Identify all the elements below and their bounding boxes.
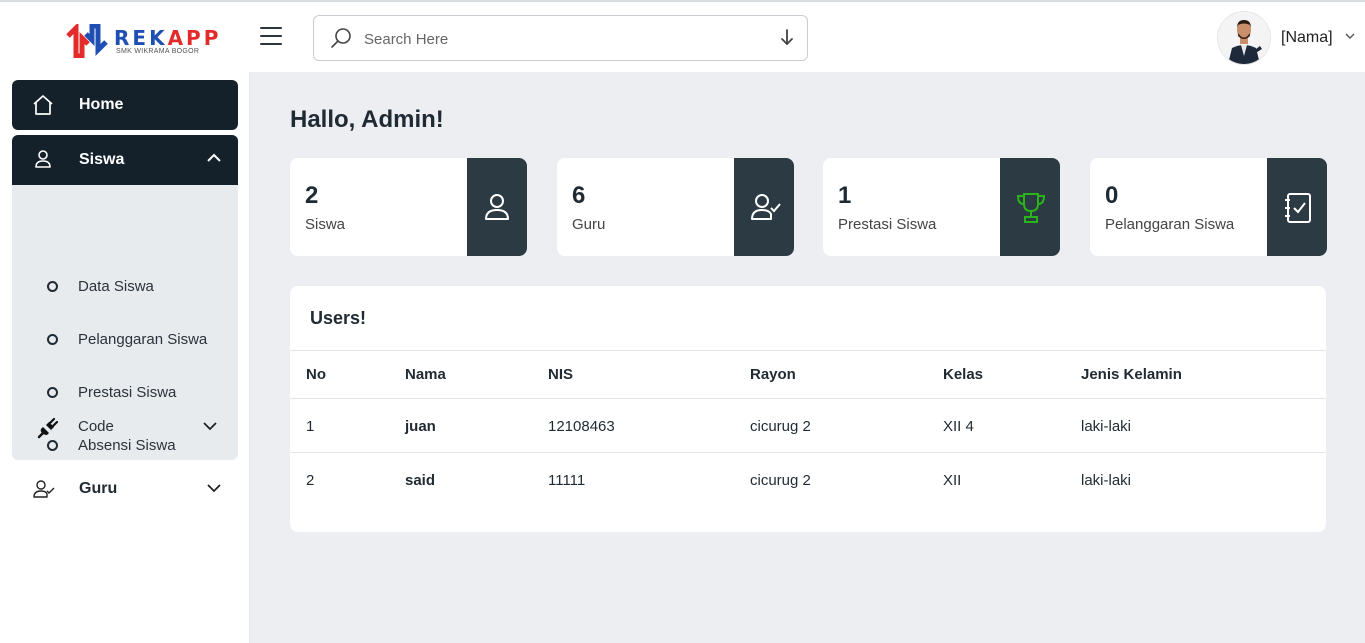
avatar-photo-icon: [1218, 12, 1270, 64]
trophy-icon: [1016, 193, 1046, 223]
notebook-check-icon: [1285, 193, 1311, 223]
chevron-up-icon: [207, 153, 221, 162]
arrow-down-icon[interactable]: [780, 28, 794, 48]
user-icon: [485, 194, 509, 220]
users-table-panel: Users! No Nama NIS Rayon Kelas Jenis Kel…: [290, 286, 1326, 532]
column-header-kelas[interactable]: Kelas: [943, 366, 983, 383]
user-name[interactable]: [Nama]: [1281, 29, 1333, 47]
stat-label: Siswa: [305, 216, 346, 233]
table-cell-jenis-kelamin: laki-laki: [1081, 472, 1132, 489]
sidebar-subitem-label: Data Siswa: [78, 278, 154, 295]
table-title: Users!: [310, 308, 367, 328]
sidebar-item-siswa[interactable]: Siswa: [12, 135, 238, 185]
stat-value: 6: [572, 182, 586, 209]
stat-card-prestasi-siswa[interactable]: 1 Prestasi Siswa: [823, 158, 1060, 256]
user-avatar[interactable]: [1218, 12, 1270, 64]
table-cell-kelas: XII 4: [943, 418, 974, 435]
sidebar-subitem-label: Pelanggaran Siswa: [78, 331, 208, 348]
home-icon: [33, 95, 53, 115]
table-cell-nis: 12108463: [548, 418, 615, 435]
divider: [290, 398, 1326, 399]
table-cell-kelas: XII: [943, 472, 962, 489]
stat-value: 0: [1105, 182, 1119, 209]
column-header-nama[interactable]: Nama: [405, 366, 446, 383]
stat-value: 1: [838, 182, 852, 209]
table-cell-no: 2: [306, 472, 315, 489]
sidebar-item-home[interactable]: Home: [12, 80, 238, 130]
table-cell-rayon: cicurug 2: [750, 418, 811, 435]
search-icon[interactable]: [330, 27, 352, 49]
sidebar-item-label: Guru: [79, 480, 118, 497]
chevron-down-icon: [207, 484, 221, 493]
divider: [290, 452, 1326, 453]
sidebar: Home Siswa Data Siswa Pelanggaran Siswa …: [0, 72, 250, 643]
page-title: Hallo, Admin!: [290, 106, 444, 133]
sidebar-subitem-code[interactable]: Code: [12, 407, 238, 447]
table-cell-no: 1: [306, 418, 315, 435]
brand-subtitle: SMK WIKRAMA BOGOR: [116, 48, 200, 55]
stat-label: Guru: [572, 216, 606, 233]
column-header-nis[interactable]: NIS: [548, 366, 573, 383]
menu-toggle-icon[interactable]: [260, 27, 282, 45]
bullet-icon: [47, 387, 58, 398]
stat-label: Pelanggaran Siswa: [1105, 216, 1235, 233]
table-cell-rayon: cicurug 2: [750, 472, 811, 489]
stat-card-guru[interactable]: 6 Guru: [557, 158, 794, 256]
chevron-down-icon[interactable]: [1345, 32, 1355, 40]
user-check-icon: [751, 194, 781, 220]
stat-icon-panel: [1000, 158, 1060, 256]
table-cell-nis: 11111: [548, 472, 586, 489]
sidebar-item-guru[interactable]: Guru: [12, 468, 238, 510]
stat-card-siswa[interactable]: 2 Siswa: [290, 158, 527, 256]
chevron-down-icon: [203, 422, 217, 431]
sidebar-subitem-data-siswa[interactable]: Data Siswa: [12, 267, 238, 307]
user-check-icon: [33, 480, 55, 498]
sidebar-subitem-label: Code: [78, 418, 114, 435]
logo-mark-icon: [66, 24, 108, 58]
column-header-rayon[interactable]: Rayon: [750, 366, 796, 383]
sidebar-subitem-pelanggaran-siswa[interactable]: Pelanggaran Siswa: [12, 320, 238, 360]
column-header-no[interactable]: No: [306, 366, 326, 383]
table-cell-nama: juan: [405, 418, 436, 435]
stat-value: 2: [305, 182, 319, 209]
sidebar-item-label: Home: [79, 96, 124, 113]
table-cell-nama: said: [405, 472, 436, 489]
search-bar: [313, 15, 808, 61]
brand-name-part2: APP: [167, 26, 222, 50]
stat-label: Prestasi Siswa: [838, 216, 937, 233]
column-header-jenis-kelamin[interactable]: Jenis Kelamin: [1081, 366, 1182, 383]
user-icon: [35, 150, 51, 168]
bullet-icon: [47, 334, 58, 345]
sidebar-item-label: Siswa: [79, 151, 125, 168]
stat-icon-panel: [467, 158, 527, 256]
brand-name-part1: REK: [114, 26, 168, 50]
top-header: REKAPP SMK WIKRAMA BOGOR [Nama]: [0, 2, 1365, 72]
search-input[interactable]: [364, 28, 764, 50]
sidebar-subitem-label: Prestasi Siswa: [78, 384, 177, 401]
table-cell-jenis-kelamin: laki-laki: [1081, 418, 1132, 435]
app-logo[interactable]: REKAPP SMK WIKRAMA BOGOR: [66, 24, 218, 60]
stat-icon-panel: [734, 158, 794, 256]
stat-icon-panel: [1267, 158, 1327, 256]
stat-card-pelanggaran-siswa[interactable]: 0 Pelanggaran Siswa: [1090, 158, 1327, 256]
divider: [290, 350, 1326, 351]
brand-name: REKAPP: [114, 26, 221, 50]
plug-icon: [37, 417, 59, 439]
bullet-icon: [47, 281, 58, 292]
